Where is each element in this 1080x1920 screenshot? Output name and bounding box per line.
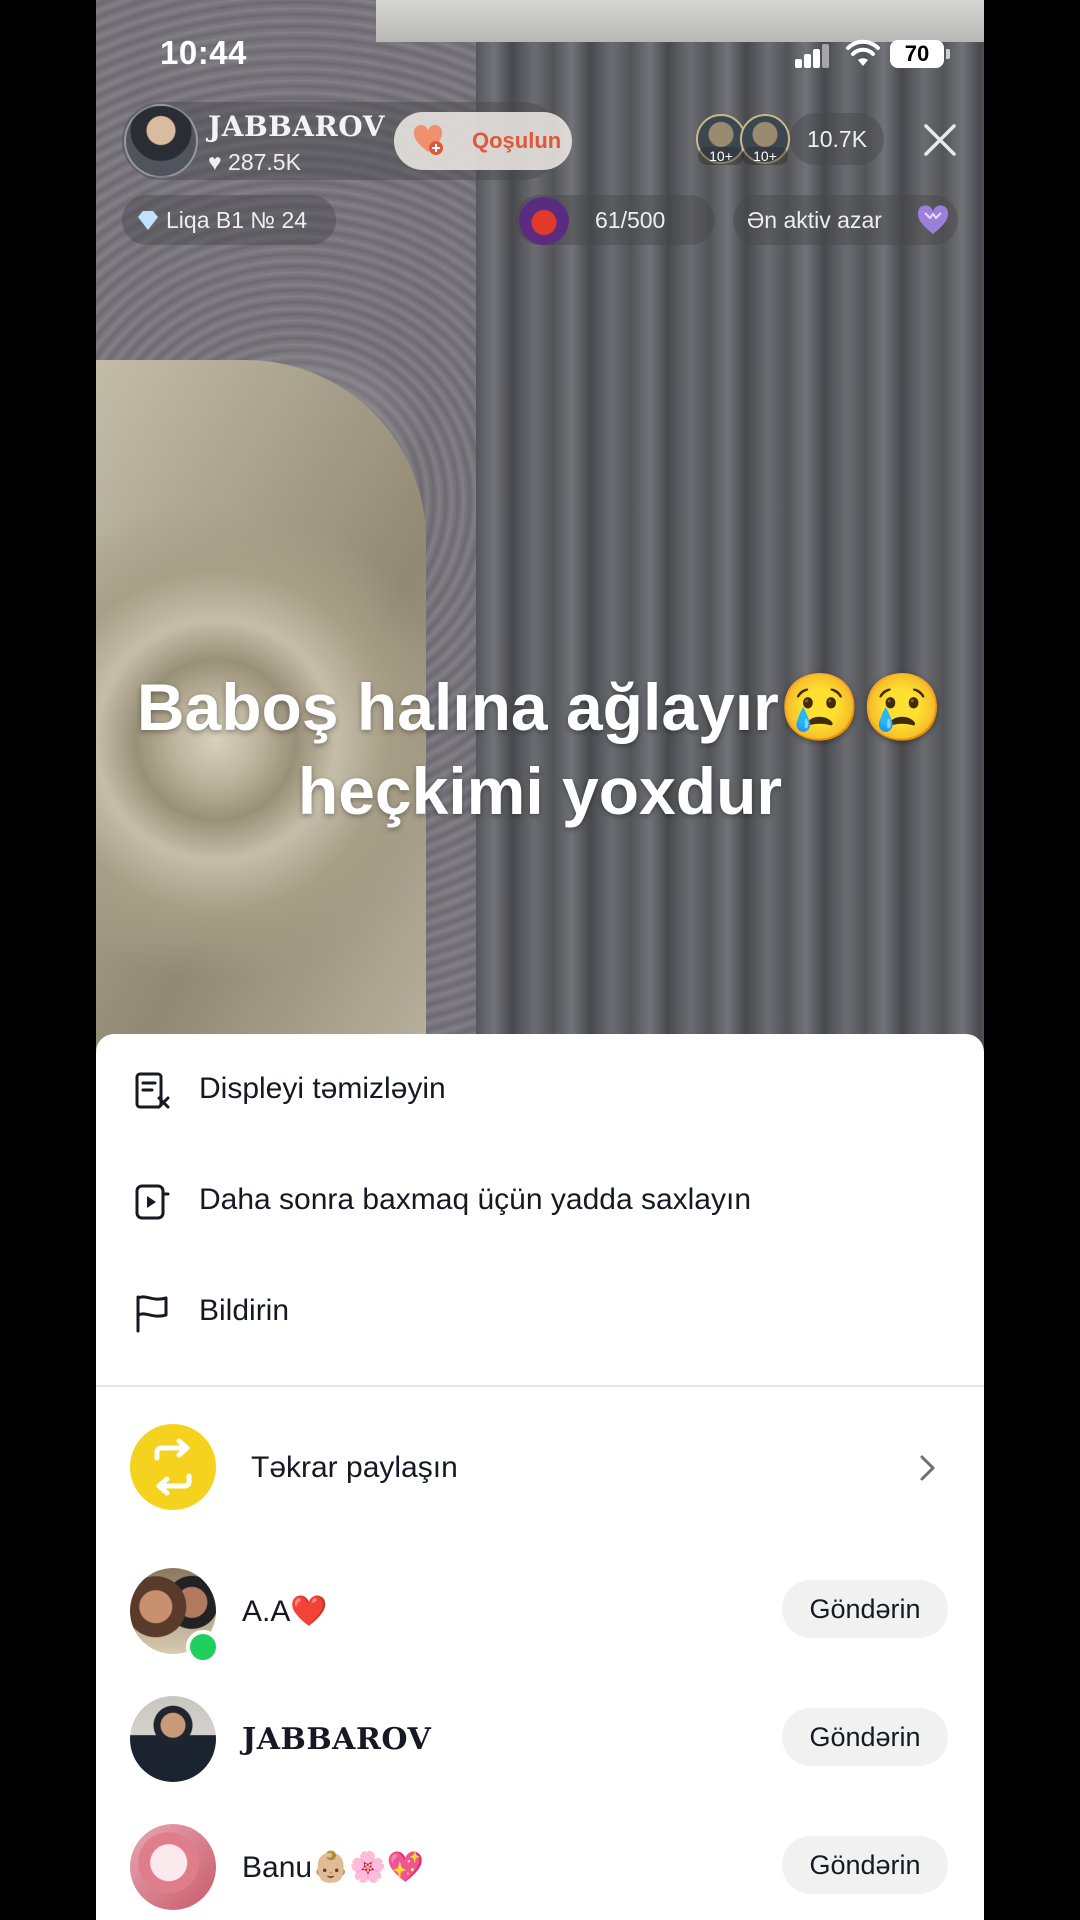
repost-row[interactable]: Təkrar paylaşın bbox=[96, 1404, 984, 1534]
menu-watch-later[interactable]: Daha sonra baxmaq üçün yadda saxlayın bbox=[96, 1145, 984, 1255]
goal-progress: 61/500 bbox=[595, 207, 666, 233]
league-label: Liqa B1 № 24 bbox=[166, 207, 308, 233]
menu-label: Daha sonra baxmaq üçün yadda saxlayın bbox=[199, 1183, 752, 1216]
live-caption: Baboş halına ağlayır😢😢 heçkimi yoxdur bbox=[96, 665, 984, 833]
join-label: Qoşulun bbox=[472, 128, 562, 153]
close-icon[interactable] bbox=[922, 122, 958, 158]
send-button[interactable]: Göndərin bbox=[782, 1836, 948, 1894]
contact-row[interactable]: JABBAROV Göndərin bbox=[96, 1676, 984, 1804]
contact-name: A.A❤️ bbox=[242, 1595, 328, 1628]
caption-line-2: heçkimi yoxdur bbox=[297, 754, 783, 828]
host-likes: ♥ 287.5K bbox=[208, 149, 301, 175]
status-bar: 10:44 70 bbox=[0, 30, 1080, 80]
host-name[interactable]: JABBAROV bbox=[208, 110, 385, 143]
flag-icon bbox=[136, 1295, 168, 1333]
status-time: 10:44 bbox=[160, 34, 247, 71]
screen: 10:44 70 JABBAROV ♥ 287.5K Qoşulun 10+ 1… bbox=[0, 0, 1080, 1920]
send-button[interactable]: Göndərin bbox=[782, 1580, 948, 1638]
menu-clear-display[interactable]: Displeyi təmizləyin bbox=[96, 1034, 984, 1144]
contact-name: JABBAROV bbox=[242, 1722, 432, 1757]
chevron-right-icon bbox=[920, 1455, 935, 1481]
watch-later-icon bbox=[135, 1184, 170, 1220]
contact-avatar bbox=[130, 1696, 216, 1782]
heart-plus-icon bbox=[413, 124, 443, 155]
send-button[interactable]: Göndərin bbox=[782, 1708, 948, 1766]
join-button[interactable]: Qoşulun bbox=[394, 112, 572, 170]
wifi-icon bbox=[846, 39, 880, 66]
league-chip[interactable]: Liqa B1 № 24 bbox=[122, 195, 336, 245]
repost-icon bbox=[130, 1424, 216, 1510]
lips-gift-icon bbox=[519, 195, 569, 245]
viewer-badge: 10+ bbox=[698, 147, 744, 165]
divider bbox=[96, 1385, 984, 1387]
signal-icon bbox=[795, 44, 831, 68]
active-label: Ən aktiv azar bbox=[747, 207, 882, 233]
repost-label: Təkrar paylaşın bbox=[251, 1451, 458, 1484]
menu-report[interactable]: Bildirin bbox=[96, 1256, 984, 1366]
viewer-badge: 10+ bbox=[742, 147, 788, 165]
viewer-count[interactable]: 10.7K bbox=[790, 113, 884, 165]
host-avatar[interactable] bbox=[124, 104, 198, 178]
goal-chip[interactable]: 61/500 bbox=[515, 195, 715, 245]
menu-label: Bildirin bbox=[199, 1294, 290, 1327]
share-sheet: Displeyi təmizləyin Daha sonra baxmaq üç… bbox=[96, 1034, 984, 1920]
clear-display-icon bbox=[135, 1072, 170, 1109]
caption-line-1: Baboş halına ağlayır😢😢 bbox=[136, 670, 944, 744]
online-indicator bbox=[186, 1630, 220, 1664]
battery-icon: 70 bbox=[890, 40, 950, 68]
contact-name: Banu👶🏼🌸💖 bbox=[242, 1851, 425, 1884]
contact-row[interactable]: Banu👶🏼🌸💖 Göndərin bbox=[96, 1804, 984, 1920]
menu-label: Displeyi təmizləyin bbox=[199, 1072, 446, 1105]
host-likes-value: 287.5K bbox=[228, 149, 301, 175]
gem-heart-icon bbox=[917, 205, 949, 234]
contact-avatar bbox=[130, 1824, 216, 1910]
contact-row[interactable]: A.A❤️ Göndərin bbox=[96, 1548, 984, 1676]
active-chip[interactable]: Ən aktiv azar bbox=[733, 195, 958, 245]
diamond-icon bbox=[138, 211, 158, 230]
